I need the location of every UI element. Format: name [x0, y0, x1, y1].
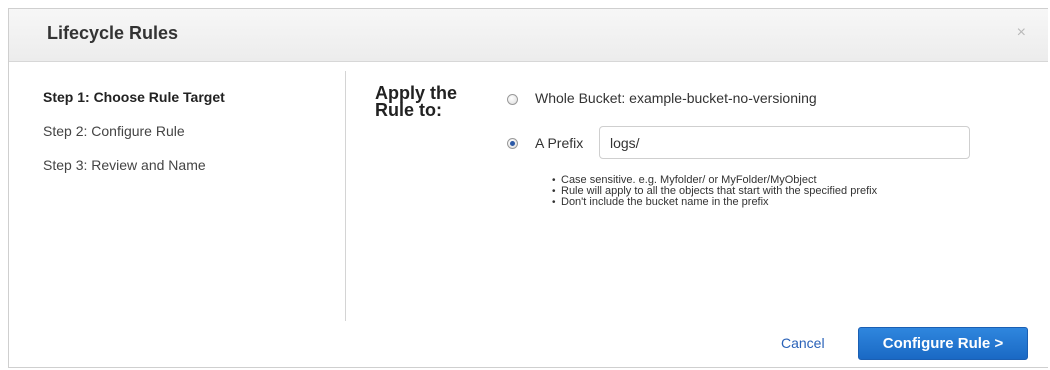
prefix-radio[interactable] — [507, 138, 518, 149]
configure-rule-button[interactable]: Configure Rule > — [858, 327, 1028, 360]
dialog-title: Lifecycle Rules — [47, 23, 179, 43]
prefix-input[interactable] — [599, 126, 970, 159]
cancel-link[interactable]: Cancel — [781, 335, 825, 351]
vertical-divider — [345, 71, 346, 321]
prefix-hints: Case sensitive. e.g. Myfolder/ or MyFold… — [552, 175, 877, 208]
prefix-label[interactable]: A Prefix — [535, 135, 583, 151]
step-review-and-name[interactable]: Step 3: Review and Name — [43, 157, 333, 179]
step-choose-rule-target[interactable]: Step 1: Choose Rule Target — [43, 89, 333, 111]
whole-bucket-radio[interactable] — [507, 94, 518, 105]
apply-rule-heading: Apply the Rule to: — [375, 83, 458, 120]
dialog-titlebar: Lifecycle Rules × — [9, 9, 1048, 62]
step-configure-rule[interactable]: Step 2: Configure Rule — [43, 123, 333, 145]
wizard-steps: Step 1: Choose Rule Target Step 2: Confi… — [43, 89, 333, 191]
lifecycle-rules-dialog: Lifecycle Rules × Step 1: Choose Rule Ta… — [8, 8, 1048, 368]
close-icon[interactable]: × — [1017, 24, 1026, 42]
hint-item: Don't include the bucket name in the pre… — [552, 197, 877, 208]
whole-bucket-label[interactable]: Whole Bucket: example-bucket-no-versioni… — [535, 90, 817, 106]
